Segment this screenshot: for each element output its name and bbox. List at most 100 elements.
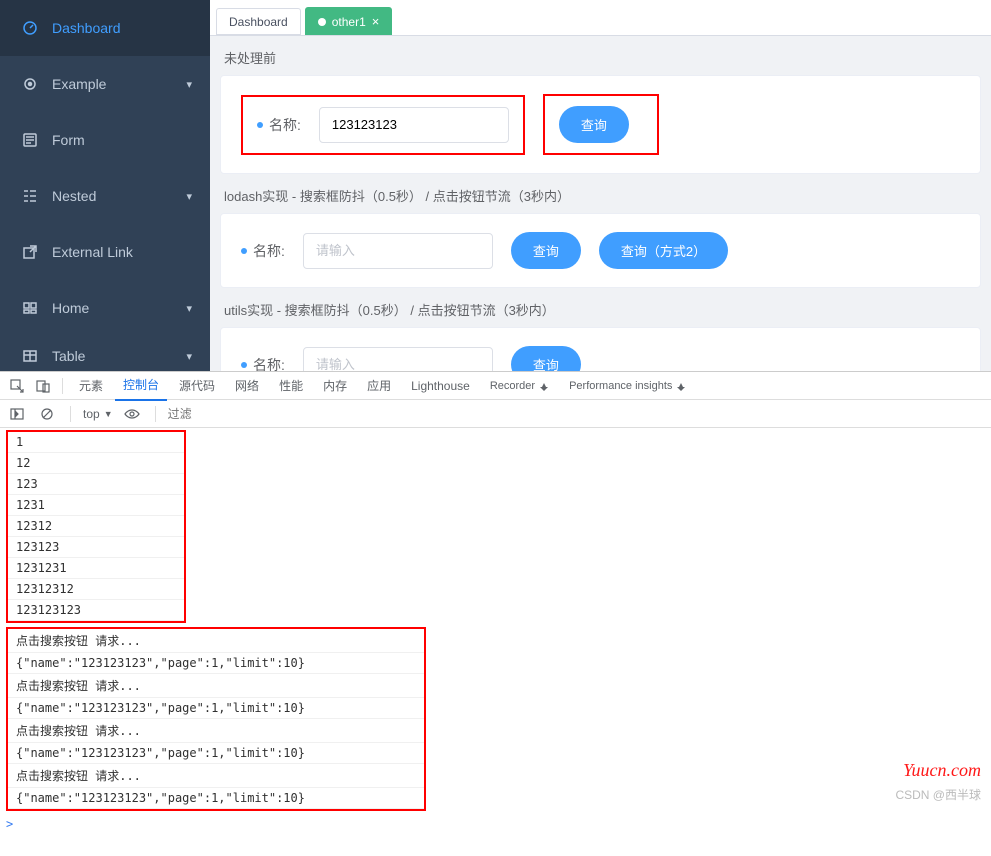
chevron-down-icon: ▾ <box>186 350 192 363</box>
devtools-tab-elements[interactable]: 元素 <box>71 371 111 400</box>
console-filter-input[interactable] <box>168 407 248 421</box>
home-icon <box>20 300 40 316</box>
log-line: 123123 <box>8 537 184 558</box>
log-line: {"name":"123123123","page":1,"limit":10} <box>8 743 424 764</box>
chevron-down-icon: ▾ <box>186 190 192 203</box>
name-input-1[interactable] <box>319 107 509 143</box>
tab-other1[interactable]: other1 × <box>305 7 393 35</box>
table-icon <box>20 348 40 364</box>
sidebar-item-label: Nested <box>52 188 96 204</box>
watermark-author: CSDN @西半球 <box>895 786 981 803</box>
devtools-tab-lighthouse[interactable]: Lighthouse <box>403 373 478 399</box>
chevron-down-icon: ▾ <box>186 78 192 91</box>
highlight-box-input: 名称: <box>241 95 525 155</box>
console-output: 1 12 123 1231 12312 123123 1231231 12312… <box>0 430 991 833</box>
devtools-tab-performance[interactable]: 性能 <box>271 371 311 400</box>
section-heading-1: 未处理前 <box>220 36 981 75</box>
sidebar-item-label: Dashboard <box>52 20 121 36</box>
log-line: 1231231 <box>8 558 184 579</box>
tab-label: other1 <box>332 15 366 29</box>
log-line: {"name":"123123123","page":1,"limit":10} <box>8 698 424 719</box>
watermark-site: Yuucn.com <box>903 760 981 781</box>
field-label: 名称: <box>269 115 301 135</box>
app-frame: Dashboard Example ▾ Form Nested ▾ <box>0 0 991 371</box>
field-label-wrap: 名称: <box>257 115 301 135</box>
context-selector[interactable]: top ▼ <box>83 407 113 421</box>
sidebar: Dashboard Example ▾ Form Nested ▾ <box>0 0 210 371</box>
highlight-box-button: 查询 <box>543 94 659 155</box>
tabs-bar: Dashboard other1 × <box>210 0 991 36</box>
content-area: 未处理前 名称: 查询 lodash实现 - 搜索框防抖（0 <box>210 36 991 371</box>
eye-icon[interactable] <box>121 403 143 425</box>
field-label-wrap: 名称: <box>241 355 285 372</box>
devtools-tab-perf-insights[interactable]: Performance insights <box>561 374 694 398</box>
sidebar-item-form[interactable]: Form <box>0 112 210 168</box>
devtools-tab-application[interactable]: 应用 <box>359 371 399 400</box>
log-line: 12312312 <box>8 579 184 600</box>
card-2: 名称: 查询 查询（方式2） <box>220 213 981 288</box>
query-button-3[interactable]: 查询 <box>511 346 581 371</box>
field-label: 名称: <box>253 355 285 372</box>
required-dot <box>257 122 263 128</box>
console-toolbar: top ▼ <box>0 400 991 428</box>
devtools-tab-network[interactable]: 网络 <box>227 371 267 400</box>
log-highlight-group-2: 点击搜索按钮 请求... {"name":"123123123","page":… <box>6 627 426 811</box>
log-line: 1231 <box>8 495 184 516</box>
link-icon <box>20 244 40 260</box>
console-prompt[interactable]: > <box>0 815 991 833</box>
log-line: 点击搜索按钮 请求... <box>8 764 424 788</box>
query-button-1[interactable]: 查询 <box>559 106 629 143</box>
field-label: 名称: <box>253 241 285 261</box>
devtools-tab-console[interactable]: 控制台 <box>115 370 167 401</box>
devtools-panel: 元素 控制台 源代码 网络 性能 内存 应用 Lighthouse Record… <box>0 371 991 833</box>
close-icon[interactable]: × <box>372 14 380 29</box>
log-line: 点击搜索按钮 请求... <box>8 674 424 698</box>
log-line: 点击搜索按钮 请求... <box>8 629 424 653</box>
log-line: 123123123 <box>8 600 184 621</box>
log-line: {"name":"123123123","page":1,"limit":10} <box>8 788 424 809</box>
name-input-2[interactable] <box>303 233 493 269</box>
sidebar-item-label: Home <box>52 300 89 316</box>
query-button-2b[interactable]: 查询（方式2） <box>599 232 728 269</box>
inspect-icon[interactable] <box>6 375 28 397</box>
device-toggle-icon[interactable] <box>32 375 54 397</box>
clear-console-icon[interactable] <box>36 403 58 425</box>
devtools-tab-recorder[interactable]: Recorder <box>482 374 557 398</box>
sidebar-item-label: Example <box>52 76 106 92</box>
devtools-tabs: 元素 控制台 源代码 网络 性能 内存 应用 Lighthouse Record… <box>0 372 991 400</box>
sidebar-item-external-link[interactable]: External Link <box>0 224 210 280</box>
chevron-down-icon: ▼ <box>104 409 113 419</box>
form-icon <box>20 132 40 148</box>
tab-dashboard[interactable]: Dashboard <box>216 8 301 35</box>
sidebar-toggle-icon[interactable] <box>6 403 28 425</box>
query-button-2a[interactable]: 查询 <box>511 232 581 269</box>
section-heading-2: lodash实现 - 搜索框防抖（0.5秒） / 点击按钮节流（3秒内） <box>220 174 981 213</box>
required-dot <box>241 248 247 254</box>
devtools-tab-memory[interactable]: 内存 <box>315 371 355 400</box>
log-line: 点击搜索按钮 请求... <box>8 719 424 743</box>
sidebar-item-label: Table <box>52 348 85 364</box>
nested-icon <box>20 188 40 204</box>
log-line: 12 <box>8 453 184 474</box>
sidebar-item-dashboard[interactable]: Dashboard <box>0 0 210 56</box>
sidebar-item-label: Form <box>52 132 85 148</box>
chevron-down-icon: ▾ <box>186 302 192 315</box>
card-3: 名称: 查询 <box>220 327 981 371</box>
sidebar-item-home[interactable]: Home ▾ <box>0 280 210 336</box>
card-1: 名称: 查询 <box>220 75 981 174</box>
section-heading-3: utils实现 - 搜索框防抖（0.5秒） / 点击按钮节流（3秒内） <box>220 288 981 327</box>
field-label-wrap: 名称: <box>241 241 285 261</box>
log-highlight-group-1: 1 12 123 1231 12312 123123 1231231 12312… <box>6 430 186 623</box>
main-area: Dashboard other1 × 未处理前 名称: <box>210 0 991 371</box>
log-line: {"name":"123123123","page":1,"limit":10} <box>8 653 424 674</box>
devtools-tab-sources[interactable]: 源代码 <box>171 371 223 400</box>
tab-label: Dashboard <box>229 15 288 29</box>
log-line: 12312 <box>8 516 184 537</box>
sidebar-item-nested[interactable]: Nested ▾ <box>0 168 210 224</box>
name-input-3[interactable] <box>303 347 493 372</box>
log-line: 123 <box>8 474 184 495</box>
sidebar-item-example[interactable]: Example ▾ <box>0 56 210 112</box>
log-line: 1 <box>8 432 184 453</box>
sidebar-item-table[interactable]: Table ▾ <box>0 336 210 371</box>
dashboard-icon <box>20 20 40 36</box>
